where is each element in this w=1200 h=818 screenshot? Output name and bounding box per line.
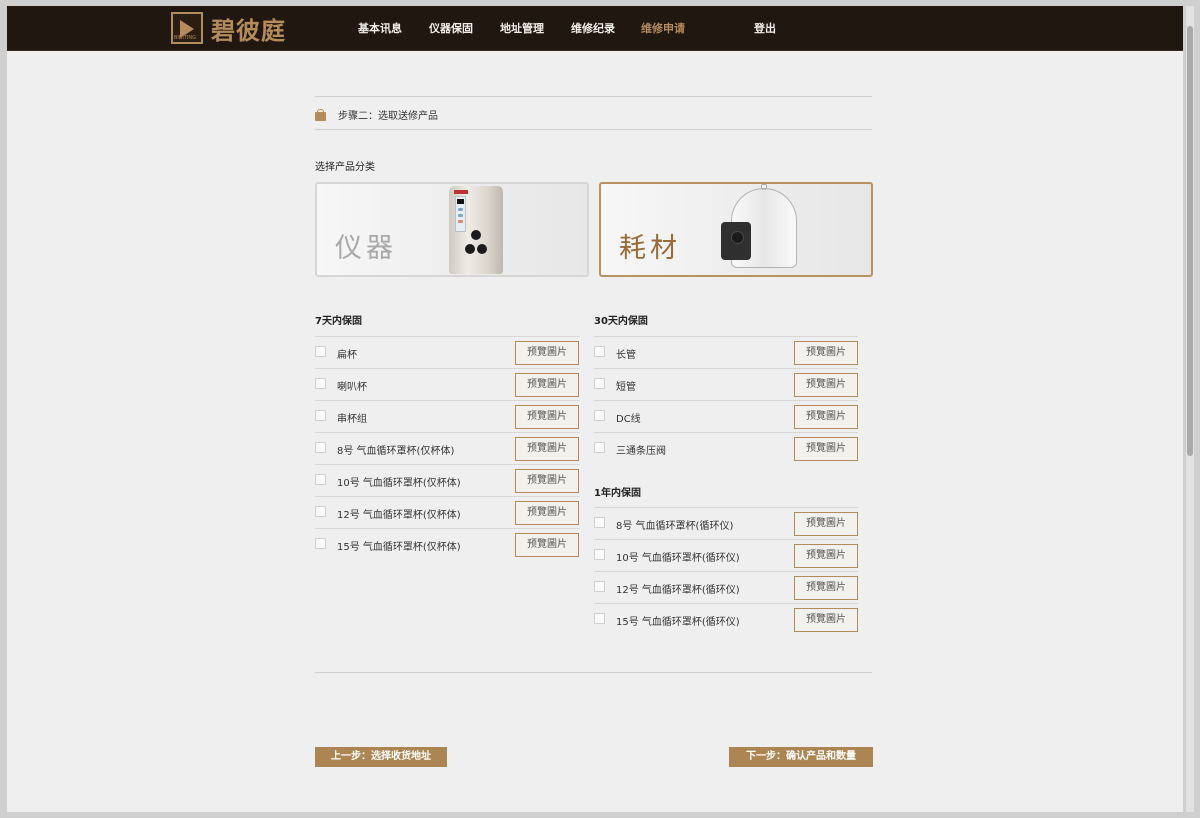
list-item: 扁杯 预覽圖片 bbox=[315, 336, 579, 368]
item-name: 串杯组 bbox=[337, 414, 367, 425]
preview-image-button[interactable]: 预覽圖片 bbox=[515, 533, 579, 557]
top-navigation-bar: BIBITING 碧彼庭 基本讯息 仪器保固 地址管理 维修纪录 维修申请 登出 bbox=[7, 6, 1183, 51]
preview-image-button[interactable]: 预覽圖片 bbox=[515, 501, 579, 525]
list-item: 12号 气血循环罩杯(仅杯体) 预覽圖片 bbox=[315, 496, 579, 528]
category-label: 仪器 bbox=[335, 233, 397, 264]
group-title-1-year: 1年内保固 bbox=[594, 488, 641, 499]
nav-item-repair-records[interactable]: 维修纪录 bbox=[571, 20, 615, 36]
list-item: 串杯组 预覽圖片 bbox=[315, 400, 579, 432]
item-name: 8号 气血循环罩杯(仅杯体) bbox=[337, 446, 455, 457]
shopping-bag-icon bbox=[315, 108, 326, 121]
preview-image-button[interactable]: 预覽圖片 bbox=[515, 405, 579, 429]
item-name: 10号 气血循环罩杯(仅杯体) bbox=[337, 478, 461, 489]
item-checkbox[interactable] bbox=[315, 410, 326, 421]
list-item: 15号 气血循环罩杯(仅杯体) 预覽圖片 bbox=[315, 528, 579, 560]
item-name: 10号 气血循环罩杯(循环仪) bbox=[616, 553, 740, 564]
preview-image-button[interactable]: 预覽圖片 bbox=[794, 512, 858, 536]
list-item: 短管 预覽圖片 bbox=[594, 368, 858, 400]
item-checkbox[interactable] bbox=[315, 442, 326, 453]
scrollbar-thumb[interactable] bbox=[1187, 26, 1193, 456]
category-title: 选择产品分类 bbox=[315, 162, 375, 173]
preview-image-button[interactable]: 预覽圖片 bbox=[794, 373, 858, 397]
preview-image-button[interactable]: 预覽圖片 bbox=[515, 437, 579, 461]
nav-item-basic-info[interactable]: 基本讯息 bbox=[358, 20, 402, 36]
divider bbox=[315, 96, 872, 97]
item-checkbox[interactable] bbox=[594, 549, 605, 560]
step-label: 步骤二：选取送修产品 bbox=[338, 111, 438, 122]
item-checkbox[interactable] bbox=[315, 506, 326, 517]
nav-item-address-management[interactable]: 地址管理 bbox=[500, 20, 544, 36]
category-label: 耗材 bbox=[619, 233, 681, 264]
item-checkbox[interactable] bbox=[315, 538, 326, 549]
item-checkbox[interactable] bbox=[594, 581, 605, 592]
preview-image-button[interactable]: 预覽圖片 bbox=[515, 469, 579, 493]
preview-image-button[interactable]: 预覽圖片 bbox=[794, 608, 858, 632]
list-item: 10号 气血循环罩杯(仅杯体) 预覽圖片 bbox=[315, 464, 579, 496]
item-name: 15号 气血循环罩杯(循环仪) bbox=[616, 617, 740, 628]
nav-item-device-warranty[interactable]: 仪器保固 bbox=[429, 20, 473, 36]
item-name: 喇叭杯 bbox=[337, 382, 367, 393]
item-checkbox[interactable] bbox=[594, 442, 605, 453]
nav-item-repair-request[interactable]: 维修申请 bbox=[641, 20, 685, 36]
list-item: 8号 气血循环罩杯(循环仪) 预覽圖片 bbox=[594, 507, 858, 539]
preview-image-button[interactable]: 预覽圖片 bbox=[794, 437, 858, 461]
item-checkbox[interactable] bbox=[594, 613, 605, 624]
item-name: 12号 气血循环罩杯(循环仪) bbox=[616, 585, 740, 596]
list-item: 8号 气血循环罩杯(仅杯体) 预覽圖片 bbox=[315, 432, 579, 464]
step-indicator: 步骤二：选取送修产品 bbox=[315, 107, 438, 122]
item-checkbox[interactable] bbox=[315, 378, 326, 389]
item-checkbox[interactable] bbox=[315, 474, 326, 485]
divider bbox=[315, 129, 872, 130]
item-name: 长管 bbox=[616, 350, 636, 361]
main-nav: 基本讯息 仪器保固 地址管理 维修纪录 维修申请 登出 bbox=[7, 20, 1183, 36]
nav-item-logout[interactable]: 登出 bbox=[754, 20, 776, 36]
list-item: 15号 气血循环罩杯(循环仪) 预覽圖片 bbox=[594, 603, 858, 635]
item-checkbox[interactable] bbox=[594, 346, 605, 357]
next-step-button[interactable]: 下一步：确认产品和数量 bbox=[729, 747, 873, 767]
item-name: 12号 气血循环罩杯(仅杯体) bbox=[337, 510, 461, 521]
category-card-instrument[interactable]: 仪器 bbox=[315, 182, 589, 277]
list-item: 三通条压阀 预覽圖片 bbox=[594, 432, 858, 464]
preview-image-button[interactable]: 预覽圖片 bbox=[794, 405, 858, 429]
list-item: 12号 气血循环罩杯(循环仪) 预覽圖片 bbox=[594, 571, 858, 603]
preview-image-button[interactable]: 预覽圖片 bbox=[794, 576, 858, 600]
item-name: 8号 气血循环罩杯(循环仪) bbox=[616, 521, 734, 532]
list-item: 喇叭杯 预覽圖片 bbox=[315, 368, 579, 400]
group-title-7-days: 7天内保固 bbox=[315, 316, 362, 327]
item-name: DC线 bbox=[616, 414, 641, 425]
item-checkbox[interactable] bbox=[594, 517, 605, 528]
preview-image-button[interactable]: 预覽圖片 bbox=[515, 373, 579, 397]
list-item: DC线 预覽圖片 bbox=[594, 400, 858, 432]
instrument-image bbox=[445, 186, 507, 274]
category-card-consumable[interactable]: 耗材 bbox=[599, 182, 873, 277]
item-name: 三通条压阀 bbox=[616, 446, 666, 457]
preview-image-button[interactable]: 预覽圖片 bbox=[794, 341, 858, 365]
item-checkbox[interactable] bbox=[594, 410, 605, 421]
item-checkbox[interactable] bbox=[594, 378, 605, 389]
list-item: 10号 气血循环罩杯(循环仪) 预覽圖片 bbox=[594, 539, 858, 571]
list-item: 长管 预覽圖片 bbox=[594, 336, 858, 368]
app-window: BIBITING 碧彼庭 基本讯息 仪器保固 地址管理 维修纪录 维修申请 登出… bbox=[7, 6, 1183, 812]
previous-step-button[interactable]: 上一步：选择收货地址 bbox=[315, 747, 447, 767]
preview-image-button[interactable]: 预覽圖片 bbox=[515, 341, 579, 365]
divider bbox=[315, 672, 872, 673]
preview-image-button[interactable]: 预覽圖片 bbox=[794, 544, 858, 568]
item-checkbox[interactable] bbox=[315, 346, 326, 357]
item-name: 短管 bbox=[616, 382, 636, 393]
item-name: 15号 气血循环罩杯(仅杯体) bbox=[337, 542, 461, 553]
device-image bbox=[721, 222, 751, 260]
item-name: 扁杯 bbox=[337, 350, 357, 361]
vertical-scrollbar[interactable] bbox=[1186, 6, 1194, 812]
group-title-30-days: 30天内保固 bbox=[594, 316, 648, 327]
